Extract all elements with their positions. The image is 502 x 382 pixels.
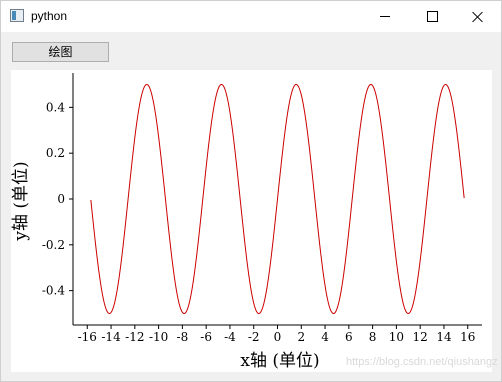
x-tick-label: -2 (248, 330, 260, 344)
plot-canvas: -16 -14 -12 -10 -8 -6 -4 -2 0 2 4 6 8 10 12 14 16 -0.4 -0.… (11, 70, 492, 372)
y-tick-label: 0.4 (46, 100, 65, 114)
x-tick-label: -8 (177, 330, 189, 344)
close-button[interactable] (455, 1, 501, 32)
plot-button[interactable]: 绘图 (12, 42, 109, 62)
app-window: python 绘图 -16 -14 -12 -10 -8 -6 -4 -2 0 2 4 6 8 10 12 1… (0, 0, 502, 382)
maximize-button[interactable] (409, 1, 455, 32)
line-chart: -16 -14 -12 -10 -8 -6 -4 -2 0 2 4 6 8 10 12 14 16 -0.4 -0.… (11, 73, 482, 371)
window-title: python (31, 9, 68, 23)
watermark: https://blog.csdn.net/qiushangz (346, 356, 498, 368)
x-tick-label: 0 (274, 330, 282, 344)
close-icon (472, 11, 484, 23)
y-tick-label: 0.2 (46, 146, 65, 160)
x-tick-label: 16 (460, 330, 475, 344)
minimize-icon (380, 16, 390, 17)
x-tick-label: -10 (149, 330, 168, 344)
x-tick-label: -12 (125, 330, 144, 344)
y-tick-label: 0 (57, 192, 65, 206)
minimize-button[interactable] (362, 1, 408, 32)
x-tick-label: 14 (436, 330, 452, 344)
y-tick-label: -0.2 (42, 238, 65, 252)
y-axis-label: y轴 (单位) (11, 161, 31, 241)
y-tick-label: -0.4 (42, 284, 66, 298)
maximize-icon (426, 11, 438, 22)
x-tick-label: -16 (78, 330, 97, 344)
app-icon (10, 9, 24, 22)
x-tick-label: 10 (389, 330, 404, 344)
title-bar[interactable]: python (1, 1, 501, 32)
series (90, 83, 465, 315)
x-tick-label: 2 (297, 330, 305, 344)
x-tick-label: 8 (369, 330, 377, 344)
x-tick-label: 6 (345, 330, 353, 344)
x-tick-label: -6 (200, 330, 212, 344)
ticks: -16 -14 -12 -10 -8 -6 -4 -2 0 2 4 6 8 10 12 14 16 -0.4 -0.… (42, 100, 476, 344)
x-tick-label: 12 (413, 330, 428, 344)
x-tick-label: 4 (321, 330, 329, 344)
series-line (90, 83, 465, 315)
x-tick-label: -14 (101, 330, 121, 344)
x-tick-label: -4 (224, 330, 236, 344)
x-axis-label: x轴 (单位) (240, 351, 319, 371)
